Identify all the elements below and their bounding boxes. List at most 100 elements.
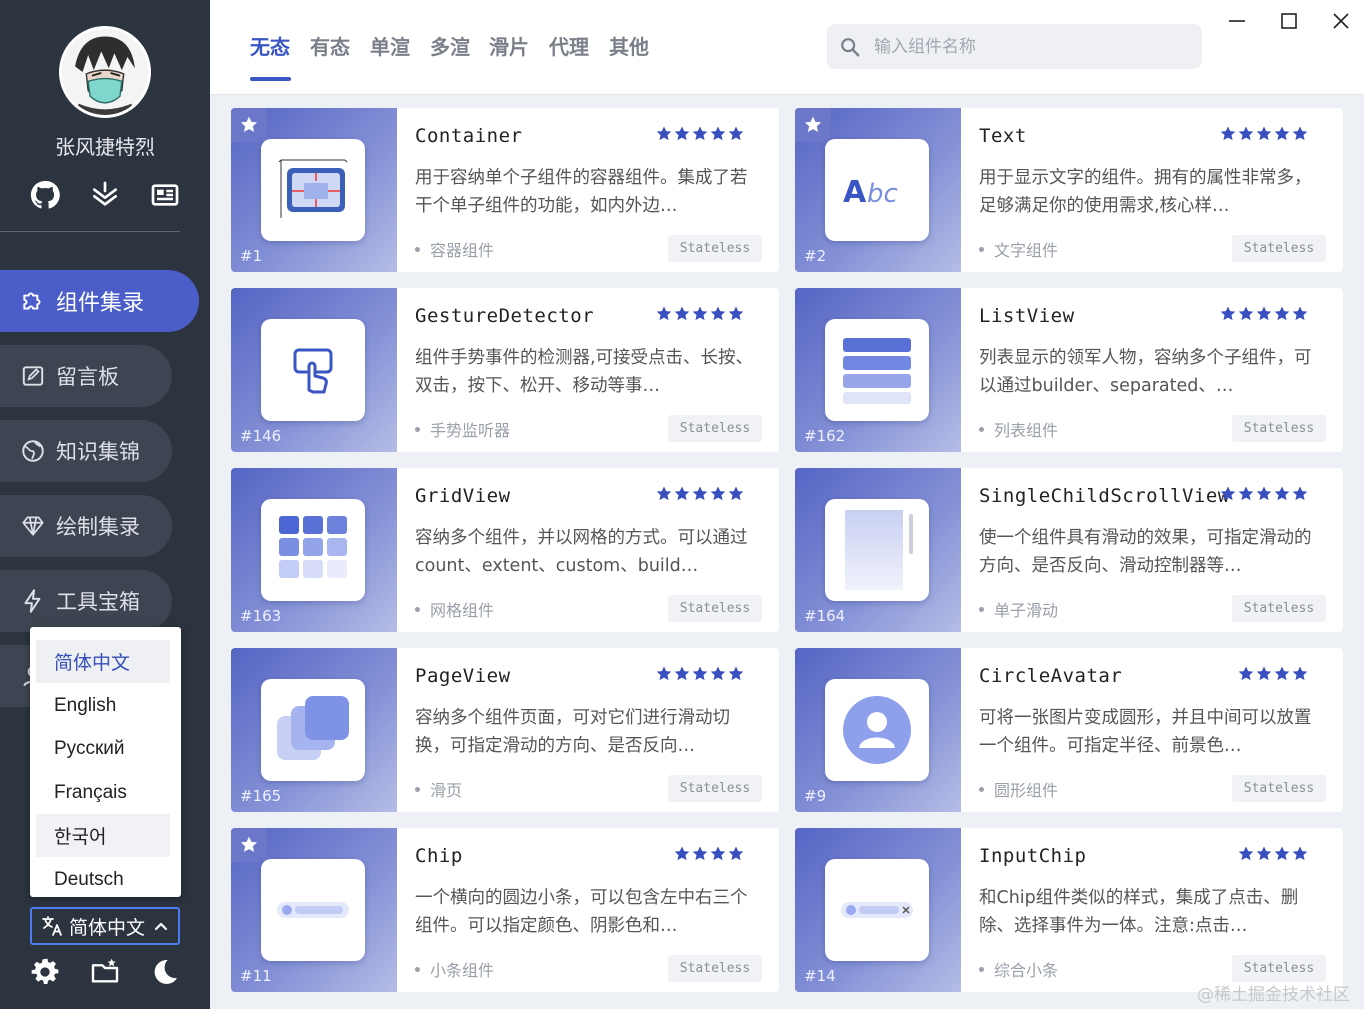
star-icon bbox=[692, 126, 708, 141]
tab-single-render[interactable]: 单渲 bbox=[370, 31, 410, 60]
card-category: 列表组件 bbox=[979, 417, 1058, 441]
language-select-button[interactable]: 简体中文 bbox=[30, 907, 180, 945]
card-thumbnail[interactable]: #9 bbox=[795, 648, 961, 812]
language-option[interactable]: English bbox=[36, 684, 170, 727]
card-description: 用于容纳单个子组件的容器组件。集成了若干个单子组件的功能，如内外边… bbox=[415, 168, 748, 216]
star-icon bbox=[710, 306, 726, 321]
tab-stateful[interactable]: 有态 bbox=[310, 31, 350, 60]
dark-mode-moon-icon[interactable] bbox=[149, 956, 181, 988]
close-icon[interactable] bbox=[1330, 10, 1352, 32]
language-option[interactable]: Русский bbox=[36, 727, 170, 770]
language-option[interactable]: 简体中文 bbox=[36, 640, 170, 683]
card-thumbnail[interactable]: #165 bbox=[231, 648, 397, 812]
minimize-icon[interactable] bbox=[1226, 10, 1248, 32]
star-icon bbox=[692, 666, 708, 681]
card-thumbnail[interactable]: Abc #2 bbox=[795, 108, 961, 272]
widget-card[interactable]: #9 CircleAvatar 可将一张图片变成圆形，并且中间可以放置一个组件。可指… bbox=[795, 648, 1343, 812]
github-icon[interactable] bbox=[29, 179, 61, 211]
favorite-star-icon bbox=[240, 836, 258, 852]
watermark: @稀土掘金技术社区 bbox=[1197, 985, 1350, 1005]
nav-item-toolbox[interactable]: 工具宝箱 bbox=[0, 570, 172, 632]
card-thumbnail[interactable]: #14 bbox=[795, 828, 961, 992]
language-option[interactable]: Deutsch bbox=[36, 858, 170, 897]
language-option[interactable]: 한국어 bbox=[36, 814, 170, 857]
language-option[interactable]: Français bbox=[36, 771, 170, 814]
svg-text:A: A bbox=[843, 175, 867, 210]
nav-label: 留言板 bbox=[56, 365, 119, 389]
star-icon bbox=[1220, 486, 1236, 501]
nav-item-widgets[interactable]: 组件集录 bbox=[0, 270, 199, 332]
card-category: 圆形组件 bbox=[979, 777, 1058, 801]
card-index: #14 bbox=[804, 967, 836, 985]
username: 张风捷特烈 bbox=[55, 135, 155, 159]
star-rating bbox=[655, 305, 745, 323]
widget-card[interactable]: #11 Chip 一个横向的圆边小条，可以包含左中右三个组件。可以指定颜色、阴影色和… bbox=[231, 828, 779, 992]
diamond-icon bbox=[22, 516, 44, 536]
lightning-icon bbox=[24, 589, 41, 613]
card-thumbnail[interactable]: #163 bbox=[231, 468, 397, 632]
tab-sliver[interactable]: 滑片 bbox=[489, 31, 529, 60]
widget-card[interactable]: #163 GridView 容纳多个组件，并以网格的方式。可以通过count、ext… bbox=[231, 468, 779, 632]
card-thumbnail[interactable]: #11 bbox=[231, 828, 397, 992]
star-icon bbox=[674, 126, 690, 141]
star-icon bbox=[710, 846, 726, 861]
nav-label: 知识集锦 bbox=[56, 440, 140, 464]
star-icon bbox=[1238, 306, 1254, 321]
widget-card[interactable]: #14 InputChip 和Chip组件类似的样式，集成了点击、删除、选择事件为一… bbox=[795, 828, 1343, 992]
card-thumbnail[interactable]: #146 bbox=[231, 288, 397, 452]
nav-item-message-board[interactable]: 留言板 bbox=[0, 345, 172, 407]
widget-card[interactable]: #1 Container 用于容纳单个子组件的容器组件。集成了若干个单子组件的功能，… bbox=[231, 108, 779, 272]
card-thumbnail[interactable]: #164 bbox=[795, 468, 961, 632]
tab-proxy[interactable]: 代理 bbox=[549, 31, 589, 60]
sidebar-divider bbox=[0, 231, 180, 232]
star-icon bbox=[674, 306, 690, 321]
star-icon bbox=[674, 666, 690, 681]
card-description: 容纳多个组件页面，可对它们进行滑动切换，可指定滑动的方向、是否反向… bbox=[415, 708, 730, 756]
settings-gear-icon[interactable] bbox=[29, 956, 61, 988]
card-description: 列表显示的领军人物，容纳多个子组件，可以通过builder、separated、… bbox=[979, 348, 1312, 396]
card-category: 文字组件 bbox=[979, 237, 1058, 261]
maximize-icon[interactable] bbox=[1278, 10, 1300, 32]
star-icon bbox=[710, 666, 726, 681]
widget-card[interactable]: #146 GestureDetector 组件手势事件的检测器,可接受点击、长按、双… bbox=[231, 288, 779, 452]
nav-item-knowledge[interactable]: 知识集锦 bbox=[0, 420, 172, 482]
card-type-badge: Stateless bbox=[668, 415, 762, 442]
container-icon bbox=[261, 139, 365, 241]
star-icon bbox=[1292, 666, 1308, 681]
text-abc-icon: Abc bbox=[825, 139, 929, 241]
layers-down-icon[interactable] bbox=[89, 179, 121, 211]
widget-card[interactable]: #165 PageView 容纳多个组件页面，可对它们进行滑动切换，可指定滑动的方向… bbox=[231, 648, 779, 812]
favorite-badge[interactable] bbox=[231, 828, 267, 862]
nav-item-drawing[interactable]: 绘制集录 bbox=[0, 495, 172, 557]
star-icon bbox=[674, 846, 690, 861]
tab-other[interactable]: 其他 bbox=[609, 31, 649, 60]
widget-card[interactable]: #164 SingleChildScrollView 使一个组件具有滑动的效果，可指… bbox=[795, 468, 1343, 632]
star-icon bbox=[1274, 486, 1290, 501]
card-thumbnail[interactable]: #162 bbox=[795, 288, 961, 452]
star-icon bbox=[1256, 486, 1272, 501]
card-type-badge: Stateless bbox=[1232, 595, 1326, 622]
star-icon bbox=[674, 486, 690, 501]
card-description: 可将一张图片变成圆形，并且中间可以放置一个组件。可指定半径、前景色… bbox=[979, 708, 1312, 756]
search-input[interactable] bbox=[874, 36, 1174, 57]
star-icon bbox=[656, 666, 672, 681]
folder-star-icon[interactable] bbox=[89, 956, 121, 988]
widget-card[interactable]: Abc #2 Text 用于显示文字的组件。拥有的属性非常多，足够满足你的使用需求,核… bbox=[795, 108, 1343, 272]
tab-stateless[interactable]: 无态 bbox=[250, 31, 290, 60]
star-icon bbox=[1292, 846, 1308, 861]
card-type-badge: Stateless bbox=[1232, 415, 1326, 442]
favorite-badge[interactable] bbox=[231, 108, 267, 142]
card-title: ListView bbox=[979, 305, 1075, 327]
card-index: #9 bbox=[804, 787, 827, 805]
card-description: 用于显示文字的组件。拥有的属性非常多，足够满足你的使用需求,核心样… bbox=[979, 168, 1312, 216]
tab-multi-render[interactable]: 多渲 bbox=[430, 31, 470, 60]
avatar[interactable] bbox=[59, 26, 151, 118]
news-icon[interactable] bbox=[149, 179, 181, 211]
language-menu: 简体中文 English Русский Français 한국어 Deutsc… bbox=[30, 627, 181, 897]
star-rating bbox=[1237, 845, 1309, 863]
language-select-label: 简体中文 bbox=[69, 916, 146, 939]
star-icon bbox=[692, 846, 708, 861]
favorite-badge[interactable] bbox=[795, 108, 831, 142]
widget-card[interactable]: #162 ListView 列表显示的领军人物，容纳多个子组件，可以通过builde… bbox=[795, 288, 1343, 452]
card-thumbnail[interactable]: #1 bbox=[231, 108, 397, 272]
